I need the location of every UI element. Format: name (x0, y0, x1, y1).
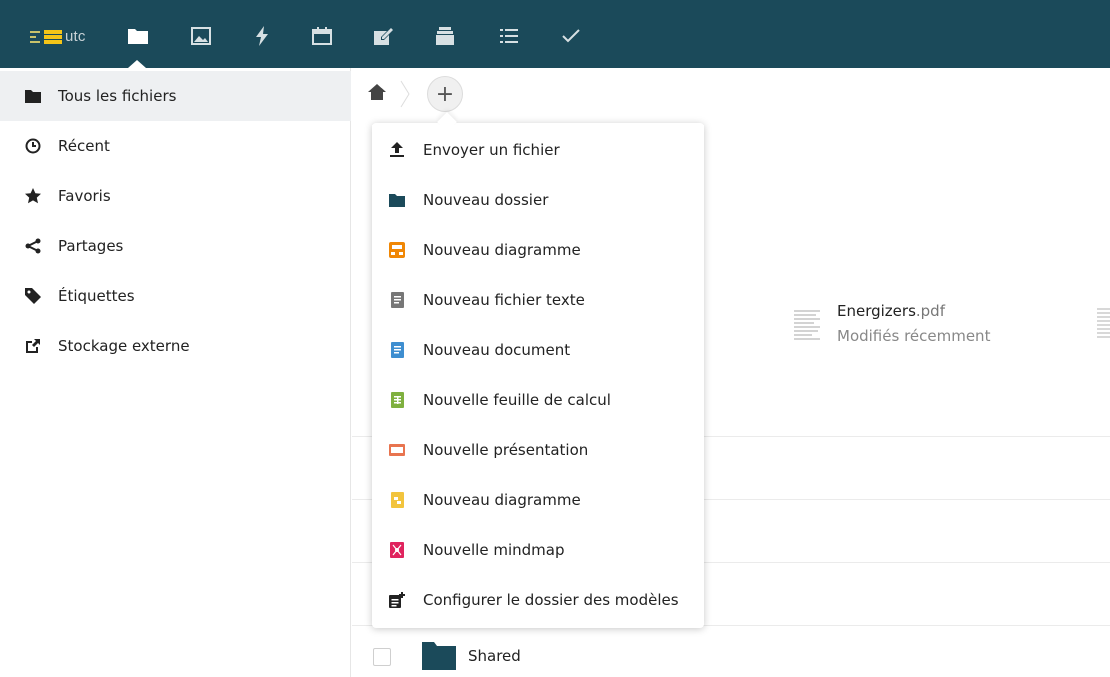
menu-item-configure-templates[interactable]: Configurer le dossier des modèles (372, 575, 704, 625)
menu-item-label: Nouvelle mindmap (423, 541, 565, 559)
sidebar-item-label: Étiquettes (58, 287, 135, 305)
template-icon (388, 591, 406, 609)
menu-item-upload[interactable]: Envoyer un fichier (372, 125, 704, 175)
sidebar-item-label: Tous les fichiers (58, 87, 177, 105)
menu-item-new-spreadsheet[interactable]: Nouvelle feuille de calcul (372, 375, 704, 425)
sidebar-item-favorites[interactable]: Favoris (0, 171, 351, 221)
external-link-icon (24, 337, 42, 355)
presentation-icon (388, 441, 406, 459)
files-icon[interactable] (127, 26, 149, 46)
logo-text: utc (65, 28, 86, 45)
menu-item-label: Nouveau diagramme (423, 491, 581, 509)
menu-item-new-text-file[interactable]: Nouveau fichier texte (372, 275, 704, 325)
sidebar-item-shares[interactable]: Partages (0, 221, 351, 271)
activity-icon[interactable] (251, 26, 273, 46)
sidebar-item-label: Stockage externe (58, 337, 190, 355)
menu-item-label: Configurer le dossier des modèles (423, 591, 679, 609)
sidebar-item-label: Favoris (58, 187, 111, 205)
second-file-thumbnail[interactable] (1097, 306, 1110, 342)
notes-icon[interactable] (373, 26, 395, 46)
new-file-menu: Envoyer un fichier Nouveau dossier Nouve… (372, 112, 704, 628)
home-icon[interactable] (368, 84, 386, 104)
menu-item-label: Envoyer un fichier (423, 141, 560, 159)
new-file-button[interactable]: + (427, 76, 463, 112)
table-row[interactable]: Shared (352, 626, 1110, 677)
upload-icon (388, 141, 406, 159)
row-checkbox[interactable] (373, 648, 391, 666)
menu-item-new-folder[interactable]: Nouveau dossier (372, 175, 704, 225)
menu-item-label: Nouvelle feuille de calcul (423, 391, 611, 409)
top-header: utc (0, 0, 1110, 68)
mindmap-icon (388, 541, 406, 559)
sidebar-item-external-storage[interactable]: Stockage externe (0, 321, 351, 371)
calendar-icon[interactable] (311, 26, 333, 46)
sidebar-item-all-files[interactable]: Tous les fichiers (0, 71, 351, 121)
spreadsheet-icon (388, 391, 406, 409)
checkmark-icon[interactable] (560, 26, 582, 46)
menu-item-new-diagram[interactable]: Nouveau diagramme (372, 475, 704, 525)
logo-mark (30, 29, 40, 45)
menu-item-label: Nouvelle présentation (423, 441, 589, 459)
menu-item-label: Nouveau diagramme (423, 241, 581, 259)
text-file-icon (388, 291, 406, 309)
folder-icon (24, 87, 42, 105)
menu-item-new-drawio-diagram[interactable]: Nouveau diagramme (372, 225, 704, 275)
share-icon (24, 237, 42, 255)
folder-icon (422, 642, 456, 674)
menu-item-label: Nouveau document (423, 341, 571, 359)
sidebar-item-tags[interactable]: Étiquettes (0, 271, 351, 321)
logo-bars (44, 29, 62, 44)
sidebar-item-recent[interactable]: Récent (0, 121, 351, 171)
sidebar: Tous les fichiers Récent Favoris Partage… (0, 68, 351, 677)
menu-item-new-document[interactable]: Nouveau document (372, 325, 704, 375)
recent-file-name: Energizers.pdf (837, 302, 945, 320)
menu-item-new-presentation[interactable]: Nouvelle présentation (372, 425, 704, 475)
active-app-indicator (128, 60, 146, 68)
breadcrumb-separator (400, 80, 410, 108)
document-icon (388, 341, 406, 359)
photos-icon[interactable] (190, 26, 212, 46)
sidebar-item-label: Récent (58, 137, 110, 155)
folder-icon (388, 191, 406, 209)
logo[interactable]: utc (30, 28, 86, 45)
drawio-icon (388, 241, 406, 259)
menu-item-new-mindmap[interactable]: Nouvelle mindmap (372, 525, 704, 575)
deck-icon[interactable] (434, 26, 456, 46)
sidebar-item-label: Partages (58, 237, 124, 255)
clock-icon (24, 137, 42, 155)
menu-item-label: Nouveau dossier (423, 191, 549, 209)
menu-item-label: Nouveau fichier texte (423, 291, 585, 309)
tag-icon (24, 287, 42, 305)
diagram-icon (388, 491, 406, 509)
recent-file-subtitle: Modifiés récemment (837, 327, 991, 345)
pdf-thumbnail (792, 306, 822, 344)
star-icon (24, 187, 42, 205)
file-name: Shared (468, 647, 521, 665)
tasks-icon[interactable] (498, 26, 520, 46)
